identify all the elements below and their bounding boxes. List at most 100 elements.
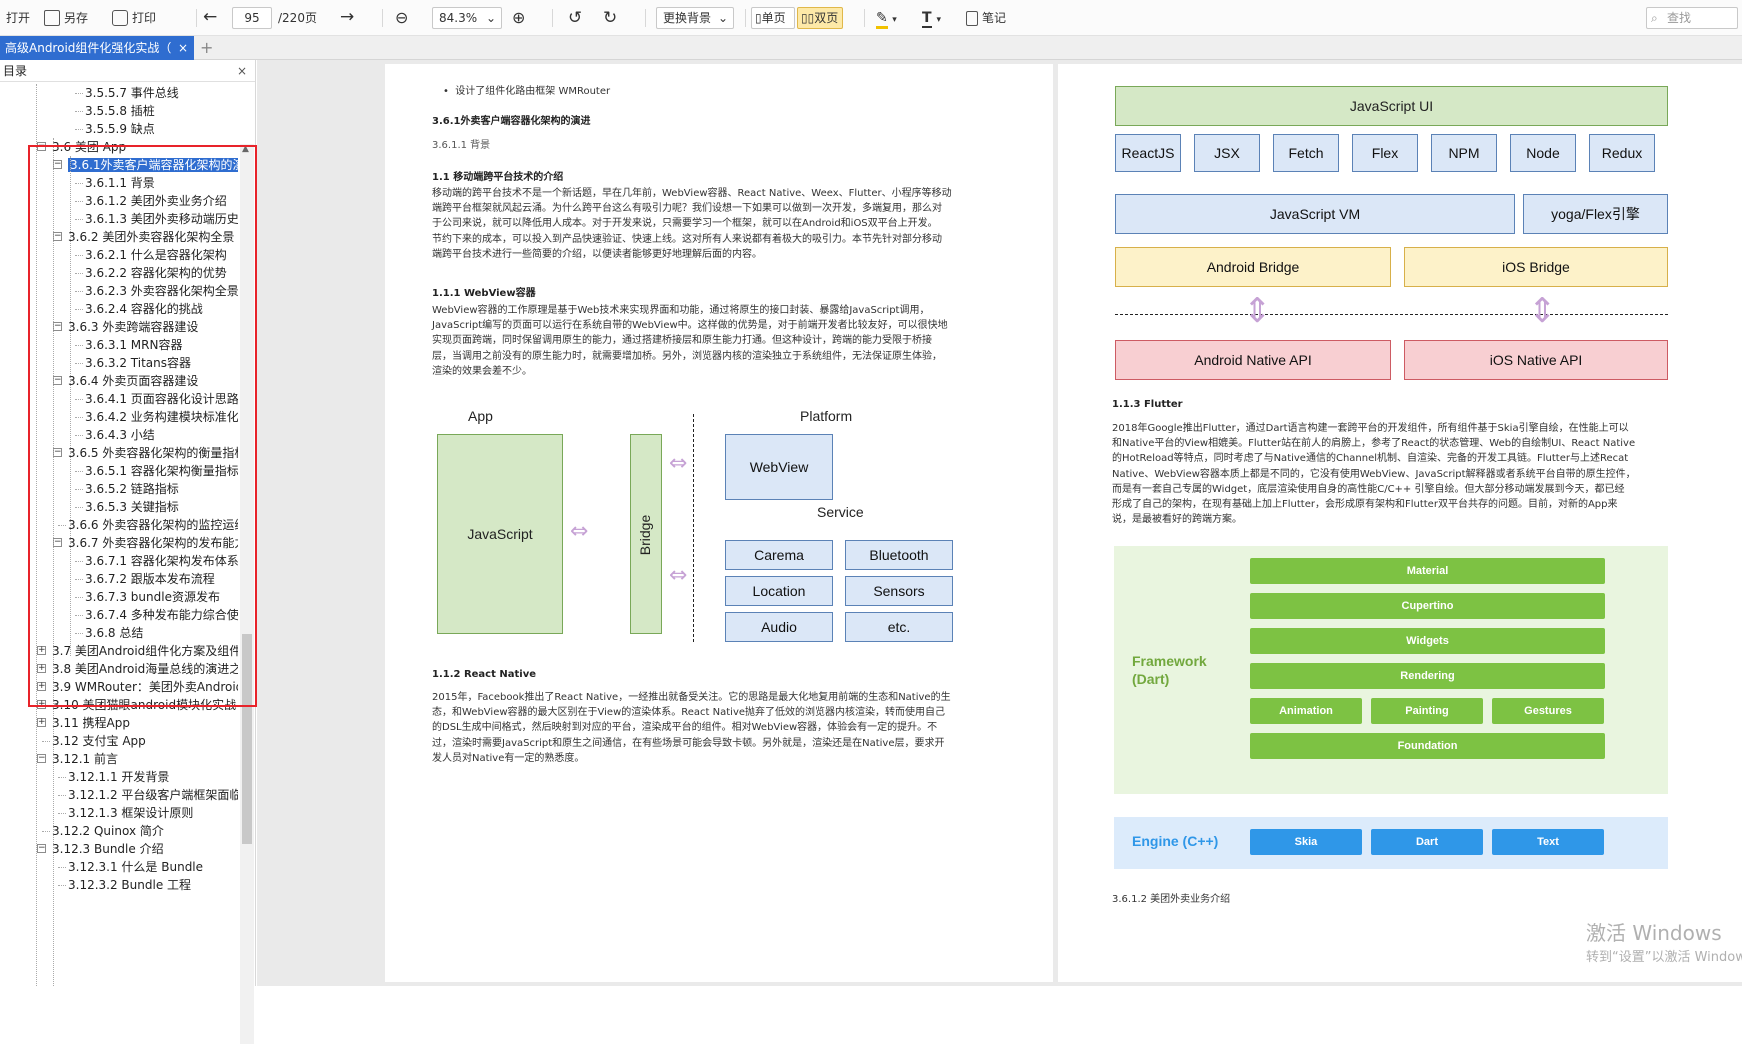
zoom-in-icon[interactable]: ⊕ xyxy=(512,8,525,28)
toc-item-label: 3.8 美团Android海量总线的演进之路 xyxy=(52,662,238,676)
change-background-select[interactable]: 更换背景 ⌄ xyxy=(656,7,734,29)
toc-item[interactable]: 3.6.1外卖客户端容器化架构的演进 xyxy=(68,156,238,174)
scrollbar-thumb[interactable] xyxy=(242,634,252,844)
toc-item[interactable]: 3.12.1.1 开发背景 xyxy=(68,768,169,786)
toc-item[interactable]: 3.6.2.4 容器化的挑战 xyxy=(85,300,203,318)
toggle-icon[interactable]: − xyxy=(37,844,46,853)
toc-item[interactable]: 3.12.3.2 Bundle 工程 xyxy=(68,876,191,894)
toggle-icon[interactable]: − xyxy=(53,538,62,547)
new-tab-icon[interactable]: + xyxy=(200,36,213,59)
toc-item[interactable]: 3.6.5.1 容器化架构衡量指标 xyxy=(85,462,238,480)
toggle-icon[interactable]: + xyxy=(37,718,46,727)
toc-item[interactable]: 3.6.3 外卖跨端容器建设 xyxy=(68,318,198,336)
toggle-icon[interactable]: − xyxy=(37,754,46,763)
close-tab-icon[interactable]: × xyxy=(178,36,188,60)
toc-item[interactable]: 3.12.3.1 什么是 Bundle xyxy=(68,858,203,876)
toc-item[interactable]: 3.6.3.2 Titans容器 xyxy=(85,354,191,372)
framework-block: Foundation xyxy=(1250,733,1605,759)
toc-item-label: 3.6.2.4 容器化的挑战 xyxy=(85,302,203,316)
toc-item-label: 3.12 支付宝 App xyxy=(52,734,146,748)
toc-item[interactable]: 3.8 美团Android海量总线的演进之路 xyxy=(52,660,238,678)
toggle-icon[interactable]: − xyxy=(53,160,62,169)
toc-item[interactable]: 3.11 携程App xyxy=(52,714,130,732)
toc-item[interactable]: 3.6.4.1 页面容器化设计思路 xyxy=(85,390,238,408)
toc-item[interactable]: 3.6.4 外卖页面容器建设 xyxy=(68,372,198,390)
framework-text: Framework xyxy=(1132,653,1207,669)
toc-item[interactable]: 3.6.7.1 容器化架构发布体系 xyxy=(85,552,238,570)
toc-item-label: 3.6 美团 App xyxy=(52,140,127,154)
toc-item[interactable]: 3.10 美团猫眼android模块化实战 xyxy=(52,696,236,714)
toc-item[interactable]: 3.6.6 外卖容器化架构的监控运维 xyxy=(68,516,238,534)
search-placeholder: 查找 xyxy=(1667,11,1692,25)
toc-item[interactable]: 3.12.3 Bundle 介绍 xyxy=(52,840,164,858)
toc-item[interactable]: 3.6.1.1 背景 xyxy=(85,174,155,192)
single-page-button[interactable]: ▯单页 xyxy=(751,7,795,29)
toc-item[interactable]: 3.6.5.2 链路指标 xyxy=(85,480,179,498)
toc-item[interactable]: 3.12.1.3 框架设计原则 xyxy=(68,804,193,822)
toc-item[interactable]: 3.12 支付宝 App xyxy=(52,732,146,750)
highlighter-icon[interactable]: ✎ ▾ xyxy=(876,8,897,29)
toc-item[interactable]: 3.7 美团Android组件化方案及组件消息总线 xyxy=(52,642,238,660)
js-ui-box: JavaScript UI xyxy=(1115,86,1668,126)
prev-page-icon[interactable]: ← xyxy=(203,8,217,28)
toggle-icon[interactable]: − xyxy=(53,448,62,457)
toc-item[interactable]: 3.6.5 外卖容器化架构的衡量指标 xyxy=(68,444,238,462)
close-sidebar-icon[interactable]: × xyxy=(237,60,247,82)
toc-item[interactable]: 3.12.2 Quinox 简介 xyxy=(52,822,164,840)
toggle-icon[interactable]: + xyxy=(37,682,46,691)
toc-item[interactable]: 3.6.2.2 容器化架构的优势 xyxy=(85,264,227,282)
next-page-icon[interactable]: → xyxy=(340,8,354,28)
toggle-icon[interactable]: + xyxy=(37,664,46,673)
text-color-icon[interactable]: T ▾ xyxy=(922,8,941,28)
search-input[interactable]: ⌕ 查找 xyxy=(1646,7,1738,29)
toc-item-label: 3.12.1.1 开发背景 xyxy=(68,770,170,784)
toc-item[interactable]: 3.5.5.7 事件总线 xyxy=(85,84,179,102)
toc-item[interactable]: 3.6.7.4 多种发布能力综合使用 xyxy=(85,606,238,624)
toc-item[interactable]: 3.6.5.3 关键指标 xyxy=(85,498,179,516)
toc-item[interactable]: 3.6.2.3 外卖容器化架构全景 xyxy=(85,282,238,300)
toggle-icon[interactable]: + xyxy=(37,700,46,709)
rotate-right-icon[interactable]: ↻ xyxy=(603,8,617,28)
toc-item[interactable]: 3.6.4.3 小结 xyxy=(85,426,155,444)
toc-item[interactable]: 3.6.2.1 什么是容器化架构 xyxy=(85,246,227,264)
toc-scrollbar[interactable]: ▲ xyxy=(240,144,254,1044)
rotate-left-icon[interactable]: ↺ xyxy=(568,8,582,28)
toggle-icon[interactable]: − xyxy=(37,142,46,151)
service-box: Location xyxy=(725,576,833,606)
toc-item[interactable]: 3.5.5.9 缺点 xyxy=(85,120,155,138)
toc-item[interactable]: 3.6.7.3 bundle资源发布 xyxy=(85,588,220,606)
tree-guide xyxy=(70,156,71,656)
toc-item[interactable]: 3.6.1.2 美团外卖业务介绍 xyxy=(85,192,227,210)
page-number-input[interactable]: 95 xyxy=(232,7,272,29)
toc-item[interactable]: 3.6.7 外卖容器化架构的发布能力 xyxy=(68,534,238,552)
toc-item[interactable]: 3.6.4.2 业务构建模块标准化 xyxy=(85,408,238,426)
toggle-icon[interactable]: + xyxy=(37,646,46,655)
toggle-icon[interactable]: − xyxy=(53,322,62,331)
toc-item[interactable]: 3.6.1.3 美团外卖移动端历史 xyxy=(85,210,238,228)
toc-item[interactable]: 3.6.3.1 MRN容器 xyxy=(85,336,182,354)
heading-1-1-3: 1.1.3 Flutter xyxy=(1112,399,1183,410)
zoom-out-icon[interactable]: ⊖ xyxy=(395,8,408,28)
toc-item[interactable]: 3.6.7.2 跟版本发布流程 xyxy=(85,570,215,588)
paragraph-line: 端跨平台框架就风起云涌。为什么跨平台这么有吸引力呢？我们设想一下如果可以做到一次… xyxy=(432,203,942,215)
toggle-icon[interactable]: − xyxy=(53,232,62,241)
notes-button[interactable]: 笔记 xyxy=(966,8,1006,28)
tree-connector xyxy=(75,399,83,400)
double-page-button[interactable]: ▯▯双页 xyxy=(797,7,843,29)
toc-item[interactable]: 3.12.1.2 平台级客户端框架面临的问题 xyxy=(68,786,238,804)
paragraph-line: 的HotReload等特点，同时考虑了与Native通信的Channel机制、自… xyxy=(1112,453,1629,465)
toggle-icon[interactable]: − xyxy=(53,376,62,385)
saveas-button[interactable]: 另存 xyxy=(44,8,88,28)
toc-item[interactable]: 3.6.2 美团外卖容器化架构全景 xyxy=(68,228,234,246)
toc-item[interactable]: 3.5.5.8 插桩 xyxy=(85,102,155,120)
toc-item[interactable]: 3.9 WMRouter：美团外卖Android开源路由框架 xyxy=(52,678,238,696)
toc-item[interactable]: 3.12.1 前言 xyxy=(52,750,118,768)
scroll-up-icon[interactable]: ▲ xyxy=(242,144,249,154)
zoom-select[interactable]: 84.3% ⌄ xyxy=(432,7,502,29)
print-button[interactable]: 打印 xyxy=(112,8,156,28)
open-button[interactable]: 打开 xyxy=(6,8,30,28)
toc-item[interactable]: 3.6.8 总结 xyxy=(85,624,143,642)
toc-item-label: 3.12.2 Quinox 简介 xyxy=(52,824,164,838)
toc-item[interactable]: 3.6 美团 App xyxy=(52,138,126,156)
document-tab[interactable]: 高级Android组件化强化实战（ × xyxy=(0,36,194,60)
